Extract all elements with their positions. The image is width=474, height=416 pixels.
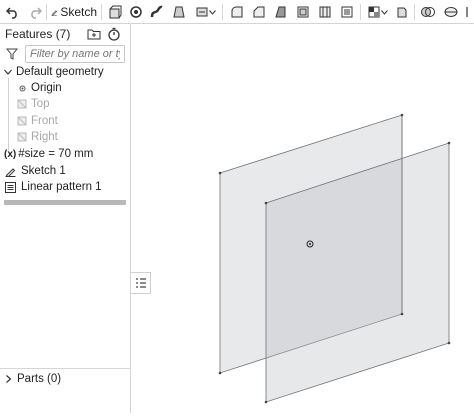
origin-icon [19, 85, 26, 91]
tree-item-label: #size = 70 mm [18, 148, 94, 160]
rollback-timer-icon[interactable] [107, 27, 121, 41]
feature-panel-header: Features (7) [0, 24, 130, 44]
filter-icon[interactable] [6, 48, 18, 60]
sketch-icon [51, 9, 57, 16]
parts-label: Parts (0) [17, 373, 62, 385]
toolbar-divider [360, 4, 361, 20]
undo-icon[interactable] [5, 3, 21, 21]
draft-icon[interactable] [273, 3, 289, 21]
plane-icon [17, 99, 27, 109]
chevron-right-icon[interactable] [5, 375, 12, 383]
tree-item-label: Right [31, 131, 58, 143]
boolean-icon[interactable] [419, 3, 437, 21]
thicken-icon[interactable] [193, 3, 217, 21]
filter-row [0, 44, 130, 66]
tree-item-label: Top [31, 98, 50, 110]
loft-icon[interactable] [171, 3, 187, 21]
pattern-icon [5, 181, 16, 193]
revolve-icon[interactable] [128, 3, 144, 21]
sketch-label: Sketch [60, 5, 97, 19]
plane-icon [17, 116, 27, 126]
tree-item-linear-pattern[interactable]: Linear pattern 1 [0, 179, 130, 195]
redo-icon[interactable] [27, 3, 43, 21]
sketch-button[interactable]: Sketch [51, 3, 97, 21]
pattern-icon[interactable] [339, 3, 355, 21]
chevron-down-icon [208, 9, 216, 15]
hole-icon[interactable] [317, 3, 333, 21]
transform-icon[interactable] [394, 3, 410, 21]
add-folder-icon[interactable] [87, 27, 101, 41]
tree-item-sketch[interactable]: Sketch 1 [0, 163, 130, 179]
tree-item-label: Default geometry [16, 66, 104, 78]
chevron-down-icon[interactable] [4, 68, 12, 76]
tree-item-label: Front [31, 115, 58, 127]
sweep-icon[interactable] [149, 3, 165, 21]
graphics-viewport[interactable] [132, 25, 474, 413]
model-view[interactable] [132, 25, 474, 413]
feature-panel: Features (7) Default geometry Origin Top… [0, 24, 131, 413]
tree-item-origin[interactable]: Origin [0, 80, 130, 96]
tree-item-label: Origin [31, 82, 62, 94]
parts-section-header[interactable]: Parts (0) [0, 370, 130, 388]
toolbar: Sketch [0, 0, 474, 24]
chamfer-icon[interactable] [251, 3, 267, 21]
features-title: Features (7) [5, 27, 71, 41]
tree-item-right-plane[interactable]: Right [0, 129, 130, 145]
sketch-icon [5, 167, 16, 177]
tree-item-variable[interactable]: (x) #size = 70 mm [0, 146, 130, 162]
filter-input[interactable] [25, 45, 125, 63]
parts-divider [0, 368, 130, 369]
horizontal-scrollbar[interactable] [4, 200, 126, 205]
toolbar-divider [101, 4, 102, 20]
variable-icon: (x) [4, 148, 17, 160]
toolbar-divider [222, 4, 223, 20]
fillet-icon[interactable] [229, 3, 245, 21]
tree-item-front-plane[interactable]: Front [0, 113, 130, 129]
tree-item-top-plane[interactable]: Top [0, 96, 130, 112]
extrude-icon[interactable] [107, 3, 123, 21]
plane-icon [17, 132, 27, 142]
shell-icon[interactable] [295, 3, 311, 21]
tree-item-default-geometry[interactable]: Default geometry [0, 64, 130, 80]
toolbar-divider [46, 4, 47, 20]
tree-item-label: Linear pattern 1 [21, 181, 102, 193]
tree-item-label: Sketch 1 [21, 165, 66, 177]
toolbar-divider [414, 4, 415, 20]
plane-icon[interactable] [442, 3, 460, 21]
more-icon[interactable] [464, 3, 474, 21]
split-icon[interactable] [365, 3, 389, 21]
chevron-down-icon [380, 9, 388, 15]
